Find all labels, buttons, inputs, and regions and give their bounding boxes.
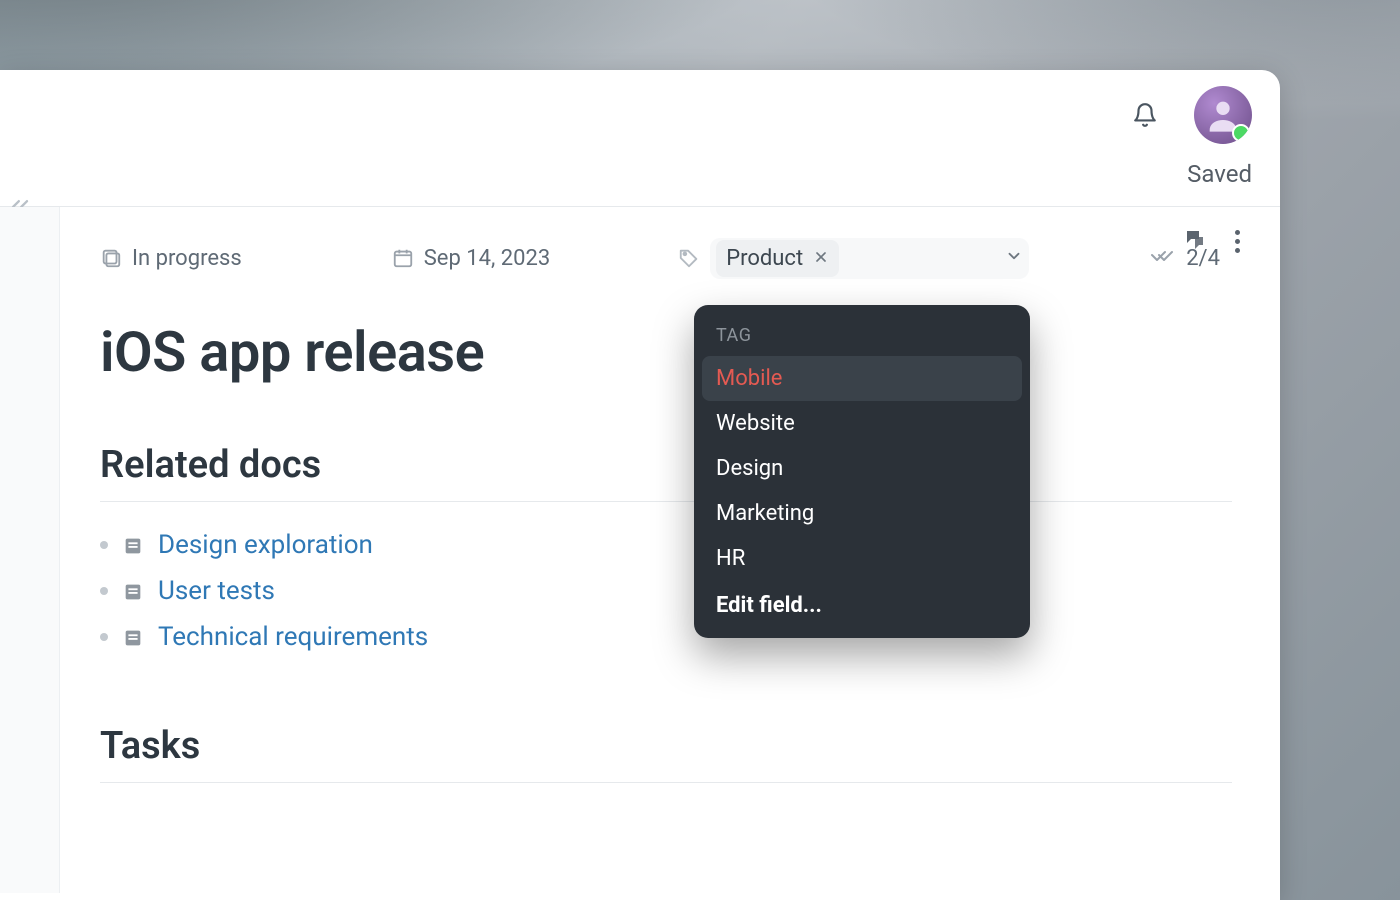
save-status-row: Saved [0, 160, 1280, 206]
tag-field-wrap: Product [678, 238, 1029, 279]
chevron-down-icon[interactable] [1005, 247, 1023, 269]
tag-field[interactable]: Product [710, 238, 1029, 279]
save-status: Saved [1187, 160, 1252, 188]
tasks-heading: Tasks [100, 724, 1232, 783]
remove-tag-icon[interactable] [813, 246, 829, 271]
status-field[interactable]: In progress [100, 246, 242, 271]
document-body: In progress Sep 14, 2023 Product [0, 207, 1280, 893]
related-doc-link[interactable]: User tests [158, 576, 275, 606]
notifications-icon[interactable] [1132, 102, 1158, 128]
status-text: In progress [132, 246, 242, 271]
checklist-icon [1150, 243, 1174, 273]
tag-chip[interactable]: Product [716, 240, 839, 277]
related-docs-heading: Related docs [100, 443, 1232, 502]
tag-edit-field[interactable]: Edit field... [702, 581, 1022, 624]
date-text: Sep 14, 2023 [424, 246, 551, 271]
related-doc-link[interactable]: Design exploration [158, 530, 373, 560]
comments-icon[interactable] [1183, 227, 1207, 255]
document-panel: Saved In progress Sep 14, 2023 [0, 70, 1280, 900]
left-gutter [0, 207, 60, 893]
calendar-icon [392, 247, 414, 269]
related-docs-list: Design exploration User tests Technical … [100, 530, 1256, 652]
bullet-icon [100, 587, 108, 595]
tag-icon [678, 247, 700, 269]
doc-icon [122, 580, 144, 602]
tag-chip-label: Product [726, 246, 803, 271]
bullet-icon [100, 633, 108, 641]
list-item: User tests [100, 576, 1256, 606]
list-item: Design exploration [100, 530, 1256, 560]
page-title[interactable]: iOS app release [100, 319, 1256, 385]
tag-input[interactable] [847, 245, 997, 271]
tag-option-design[interactable]: Design [702, 446, 1022, 491]
doc-icon [122, 626, 144, 648]
related-doc-link[interactable]: Technical requirements [158, 622, 428, 652]
topbar [0, 70, 1280, 160]
tag-option-marketing[interactable]: Marketing [702, 491, 1022, 536]
meta-row: In progress Sep 14, 2023 Product [100, 231, 1240, 285]
status-icon [100, 247, 122, 269]
tag-option-mobile[interactable]: Mobile [702, 356, 1022, 401]
list-item: Technical requirements [100, 622, 1256, 652]
tag-dropdown-header: TAG [702, 317, 1022, 356]
tag-option-hr[interactable]: HR [702, 536, 1022, 581]
more-menu-icon[interactable] [1235, 230, 1240, 253]
avatar[interactable] [1194, 86, 1252, 144]
bullet-icon [100, 541, 108, 549]
tag-dropdown: TAG Mobile Website Design Marketing HR E… [694, 305, 1030, 638]
date-field[interactable]: Sep 14, 2023 [392, 246, 551, 271]
tag-option-website[interactable]: Website [702, 401, 1022, 446]
doc-actions [1183, 227, 1240, 255]
doc-icon [122, 534, 144, 556]
